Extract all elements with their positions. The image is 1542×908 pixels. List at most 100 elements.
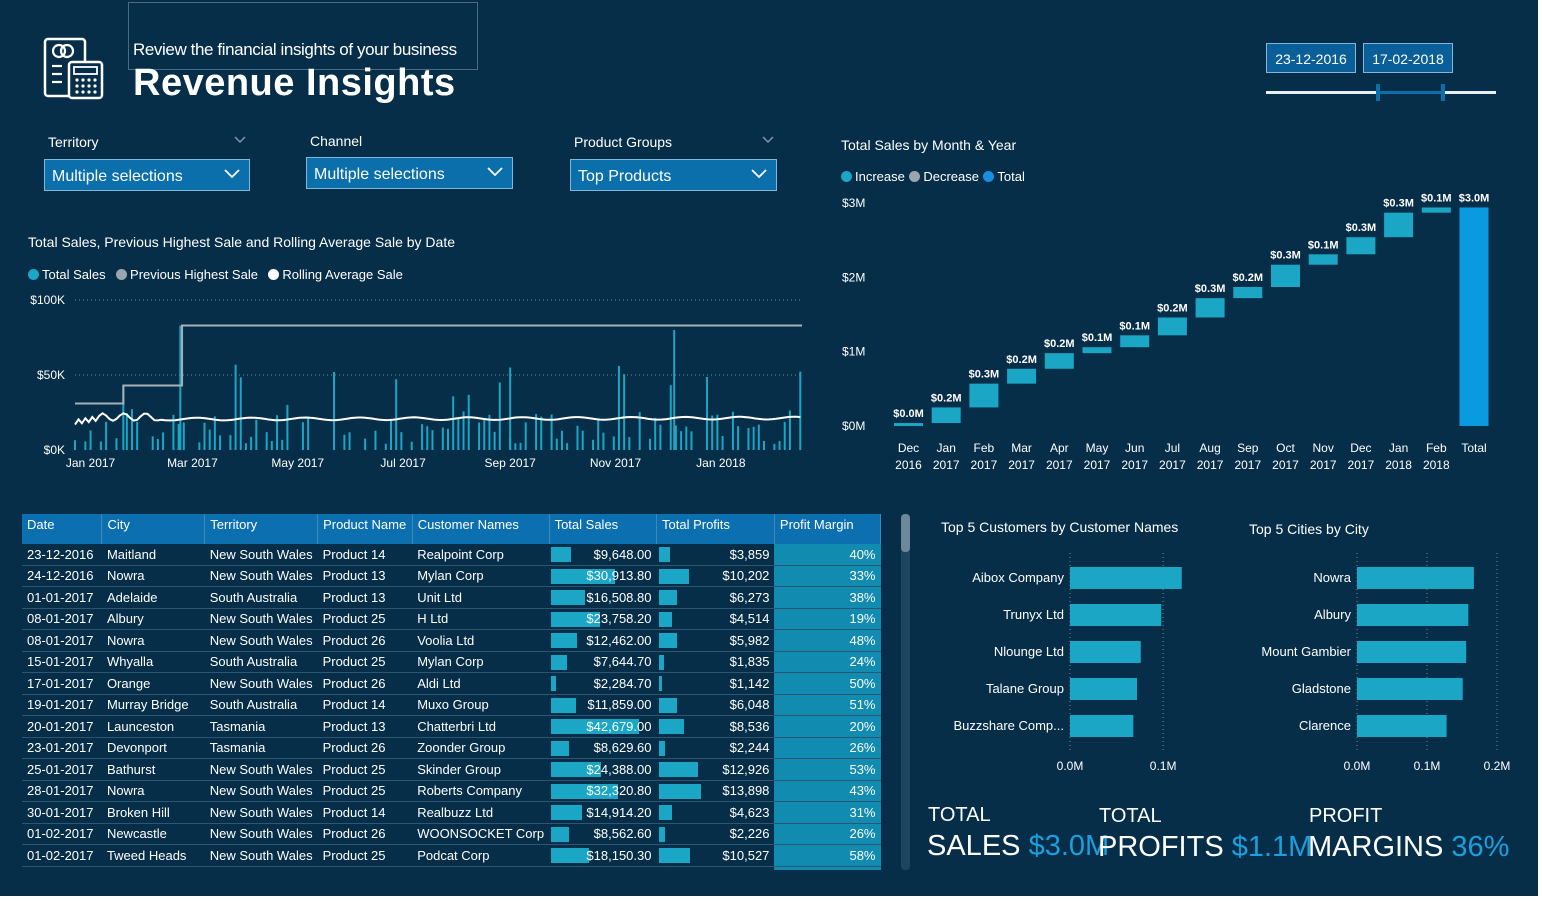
total-bar[interactable] (1459, 207, 1489, 426)
increase-bar[interactable] (1421, 207, 1451, 213)
table-cell: Product 26 (317, 672, 413, 695)
date-slider-start-handle[interactable] (1376, 84, 1380, 101)
data-label: $0.3M (1346, 222, 1377, 234)
increase-bar[interactable] (1044, 353, 1074, 369)
table-cell: 26% (774, 823, 881, 845)
product-groups-dropdown[interactable]: Top Products (570, 159, 777, 191)
top-cities-chart[interactable]: 0.0M 0.1M 0.2M Nowra Albury Mount Gambier Glad… (1210, 545, 1535, 780)
start-date-input[interactable]: 23-12-2016 (1266, 43, 1356, 73)
date-slider-end-handle[interactable] (1441, 84, 1445, 101)
column-header[interactable]: City (101, 514, 206, 544)
scrollbar-thumb[interactable] (901, 514, 910, 552)
column-header[interactable]: Date (22, 514, 103, 544)
increase-bar[interactable] (1120, 335, 1150, 348)
x-tick-label: Aug (1199, 441, 1220, 455)
column-header[interactable]: Total Profits (656, 514, 775, 544)
sales-table-container[interactable]: Date City Territory Product Name Customer Na… (22, 514, 881, 870)
top-customers-chart[interactable]: 0.0M 0.1M Aibox Company Trunyx Ltd Nlounge L… (920, 545, 1210, 780)
increase-bar[interactable] (1195, 298, 1225, 318)
bar[interactable] (1070, 641, 1141, 663)
bar[interactable] (1357, 604, 1469, 626)
chevron-down-icon[interactable] (762, 136, 774, 144)
table-row[interactable]: 17-01-2017 Orange New South Wales Product 2… (22, 672, 881, 695)
increase-bar[interactable] (931, 407, 961, 424)
legend-item[interactable]: Increase (841, 169, 905, 184)
increase-bar[interactable] (1157, 317, 1187, 336)
data-bar (658, 611, 673, 627)
table-row[interactable]: 30-01-2017 Broken Hill New South Wales Prod… (22, 801, 881, 824)
table-row[interactable]: 28-01-2017 Nowra New South Wales Product 25… (22, 780, 881, 802)
x-tick-label: Jun (1125, 441, 1144, 455)
bar[interactable] (1357, 715, 1447, 737)
column-header[interactable]: Product Name (317, 514, 413, 544)
increase-bar[interactable] (1007, 368, 1037, 384)
legend-item[interactable]: Previous Highest Sale (116, 267, 258, 282)
table-cell: Product 25 (317, 844, 413, 867)
bar[interactable] (1070, 678, 1138, 700)
table-cell: Whyalla (101, 651, 205, 673)
table-cell: Product 26 (317, 629, 413, 652)
date-slider-range (1379, 91, 1444, 94)
increase-bar[interactable] (969, 383, 999, 408)
table-row[interactable]: 08-01-2017 Nowra New South Wales Product 26… (22, 629, 881, 652)
table-row[interactable]: 08-01-2017 Albury New South Wales Product 2… (22, 608, 881, 630)
increase-bar[interactable] (1346, 237, 1376, 255)
table-row[interactable]: 15-01-2017 Whyalla South Australia Product … (22, 651, 881, 673)
increase-bar[interactable] (1384, 212, 1414, 238)
increase-bar[interactable] (894, 423, 923, 426)
legend-item[interactable]: Decrease (909, 169, 979, 184)
y-tick-label: $0M (842, 419, 865, 433)
top-customers-title: Top 5 Customers by Customer Names (941, 519, 1179, 535)
table-cell: 06-02-2017 (22, 866, 102, 870)
table-row[interactable]: 06-02-2017DubboNew South WalesProduct 25… (22, 866, 881, 870)
waterfall-title: Total Sales by Month & Year (841, 137, 1017, 153)
table-row[interactable]: 19-01-2017 Murray Bridge South Australia Pr… (22, 694, 881, 716)
table-row[interactable]: 01-02-2017 Tweed Heads New South Wales Prod… (22, 844, 881, 867)
end-date-input[interactable]: 17-02-2018 (1363, 43, 1453, 73)
column-header[interactable]: Total Sales (549, 514, 658, 544)
bar[interactable] (1357, 641, 1467, 663)
table-scrollbar[interactable] (901, 514, 910, 870)
line-chart[interactable]: $100K $50K $0KJan 2017 Mar 2017 May 2017 Jul … (20, 288, 810, 473)
table-cell: Product 25 (317, 608, 413, 630)
increase-bar[interactable] (1271, 264, 1300, 287)
table-row[interactable]: 23-01-2017 Devonport Tasmania Product 26 Zoo… (22, 737, 881, 759)
x-tick-label: 2016 (895, 458, 922, 472)
legend-item[interactable]: Total (983, 169, 1025, 184)
data-bar (658, 697, 677, 713)
table-cell: New South Wales (204, 565, 318, 587)
waterfall-chart[interactable]: $3M $2M $1M $0M $0.0M Dec 2016 $0.2M Jan 2017 $0.3… (836, 190, 1536, 480)
x-tick-label: 0.0M (1344, 759, 1371, 773)
bar[interactable] (1357, 567, 1474, 589)
increase-bar[interactable] (1082, 347, 1112, 354)
legend-item[interactable]: Total Sales (28, 267, 106, 282)
bar[interactable] (1357, 678, 1463, 700)
table-row[interactable]: 25-01-2017 Bathurst New South Wales Product… (22, 758, 881, 781)
table-cell: Product 26 (317, 737, 413, 759)
table-cell: 23-12-2016 (22, 544, 102, 566)
data-bar (658, 568, 690, 584)
table-cell: 30-01-2017 (22, 801, 102, 824)
channel-dropdown[interactable]: Multiple selections (306, 157, 513, 189)
column-header[interactable]: Customer Names (412, 514, 550, 544)
table-row[interactable]: 20-01-2017 Launceston Tasmania Product 13 Ch… (22, 715, 881, 738)
territory-dropdown[interactable]: Multiple selections (44, 159, 250, 191)
x-tick-label: 2018 (1423, 458, 1450, 472)
table-row[interactable]: 01-02-2017 Newcastle New South Wales Produc… (22, 823, 881, 845)
table-row[interactable]: 01-01-2017 Adelaide South Australia Product… (22, 586, 881, 609)
data-bar (551, 869, 574, 870)
table-row[interactable]: 23-12-2016 Maitland New South Wales Product… (22, 544, 881, 566)
table-cell: Product 25 (317, 866, 413, 870)
increase-bar[interactable] (1233, 286, 1263, 299)
x-tick-label: Jan (937, 441, 956, 455)
bar[interactable] (1070, 604, 1162, 626)
chevron-down-icon[interactable] (234, 136, 246, 144)
column-header[interactable]: Territory (204, 514, 319, 544)
table-row[interactable]: 24-12-2016 Nowra New South Wales Product 13… (22, 565, 881, 587)
channel-dropdown-value: Multiple selections (314, 166, 445, 183)
column-header[interactable]: Profit Margin (774, 514, 881, 544)
legend-item[interactable]: Rolling Average Sale (268, 267, 403, 282)
increase-bar[interactable] (1308, 254, 1338, 265)
bar[interactable] (1070, 567, 1182, 589)
bar[interactable] (1070, 715, 1134, 737)
